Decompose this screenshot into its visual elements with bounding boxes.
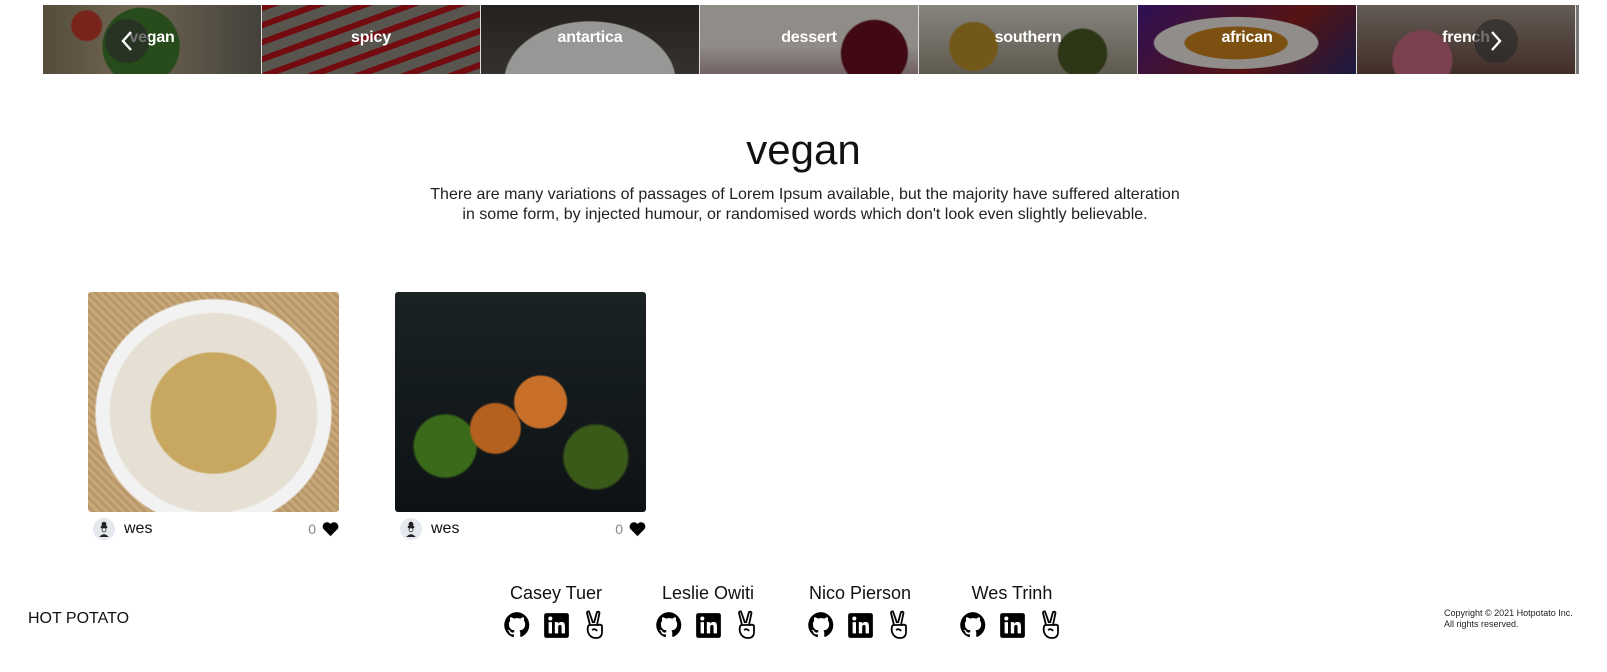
chef-icon (99, 521, 109, 537)
author-name[interactable]: wes (431, 520, 459, 538)
copyright-line: Copyright © 2021 Hotpotato Inc. (1444, 608, 1573, 618)
recipe-photo[interactable] (88, 292, 339, 512)
category-label: antartica (557, 29, 623, 46)
heart-icon[interactable] (322, 521, 339, 537)
team-member-name: Casey Tuer (509, 583, 603, 603)
peace-hand-icon[interactable] (884, 610, 914, 640)
linkedin-icon[interactable] (845, 610, 875, 640)
category-label: southern (994, 29, 1062, 46)
category-tile-partial (1576, 5, 1579, 74)
chevron-left-icon (121, 31, 132, 51)
chevron-right-icon (1491, 31, 1502, 51)
carousel-next-button[interactable] (1474, 19, 1518, 63)
peace-hand-icon[interactable] (732, 610, 762, 640)
brand-logo[interactable]: HOT POTATO (28, 610, 129, 628)
github-icon[interactable] (806, 610, 836, 640)
category-tile-spicy[interactable]: spicy (262, 5, 481, 74)
category-label: french (1442, 29, 1490, 46)
category-label: african (1221, 29, 1273, 46)
category-label: vegan (129, 29, 175, 46)
category-tile-antartica[interactable]: antartica (481, 5, 700, 74)
github-icon[interactable] (502, 610, 532, 640)
carousel-prev-button[interactable] (105, 19, 149, 63)
like-count: 0 (308, 521, 316, 537)
heart-icon[interactable] (629, 521, 646, 537)
github-icon[interactable] (958, 610, 988, 640)
peace-hand-icon[interactable] (580, 610, 610, 640)
linkedin-icon[interactable] (997, 610, 1027, 640)
team-member: Nico Pierson (800, 583, 920, 640)
page-title: vegan (746, 126, 861, 173)
linkedin-icon[interactable] (541, 610, 571, 640)
category-tile-southern[interactable]: southern (919, 5, 1138, 74)
category-tile-dessert[interactable]: dessert (700, 5, 919, 74)
team-member-name: Nico Pierson (808, 583, 912, 603)
category-tile-african[interactable]: african (1138, 5, 1357, 74)
team-member: Leslie Owiti (648, 583, 768, 640)
avatar[interactable] (400, 518, 422, 540)
category-carousel: vegan spicy antartica dessert southern a… (43, 5, 1579, 74)
team-member-name: Leslie Owiti (661, 583, 755, 603)
linkedin-icon[interactable] (693, 610, 723, 640)
team-member-name: Wes Trinh (971, 583, 1053, 603)
recipe-card: wes 0 (395, 292, 646, 541)
category-tile-french[interactable]: french (1357, 5, 1576, 74)
category-label: spicy (351, 29, 391, 46)
recipe-photo[interactable] (395, 292, 646, 512)
recipe-card: wes 0 (88, 292, 339, 541)
like-count: 0 (615, 521, 623, 537)
github-icon[interactable] (654, 610, 684, 640)
category-label: dessert (781, 29, 837, 46)
chef-icon (406, 521, 416, 537)
copyright-line: All rights reserved. (1444, 619, 1519, 629)
avatar[interactable] (93, 518, 115, 540)
page-description: There are many variations of passages of… (430, 186, 1180, 223)
author-name[interactable]: wes (124, 520, 152, 538)
copyright: Copyright © 2021 Hotpotato Inc. All righ… (1444, 608, 1573, 630)
category-tile-vegan[interactable]: vegan (43, 5, 262, 74)
team-member: Casey Tuer (496, 583, 616, 640)
peace-hand-icon[interactable] (1036, 610, 1066, 640)
team-member: Wes Trinh (952, 583, 1072, 640)
